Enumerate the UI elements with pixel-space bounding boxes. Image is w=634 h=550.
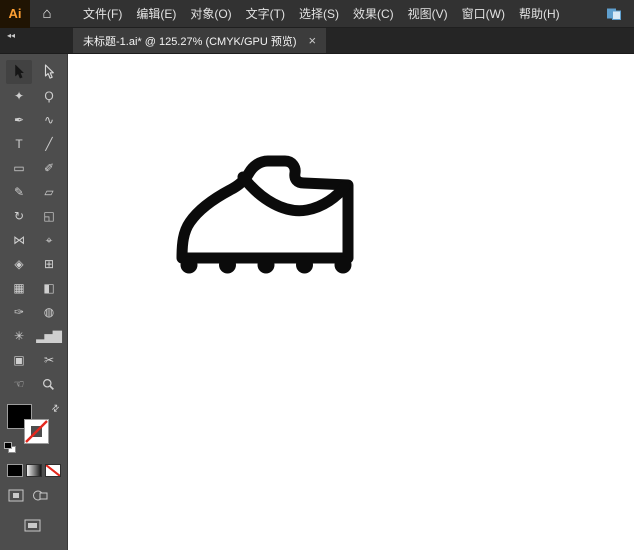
- screen-mode-glyph: [24, 519, 41, 532]
- menu-bar: Ai ⌂ 文件(F)编辑(E)对象(O)文字(T)选择(S)效果(C)视图(V)…: [0, 0, 634, 28]
- paintbrush-tool-icon: ✐: [44, 161, 53, 175]
- perspective-grid-tool-icon: ⊞: [44, 257, 53, 271]
- change-screen-mode-icon[interactable]: [24, 519, 41, 537]
- perspective-grid-tool[interactable]: ⊞: [36, 252, 62, 276]
- pencil-tool-icon: ✎: [14, 185, 23, 199]
- draw-normal-glyph: [8, 489, 24, 502]
- toolbar-collapse-button[interactable]: ◂◂: [0, 28, 68, 53]
- pen-tool-icon: ✒: [14, 113, 23, 127]
- curvature-tool-icon: ∿: [44, 113, 53, 127]
- blend-tool-icon: ◍: [44, 305, 53, 319]
- rotate-tool-icon: ↻: [14, 209, 23, 223]
- eraser-tool[interactable]: ▱: [36, 180, 62, 204]
- color-button[interactable]: [7, 464, 23, 477]
- arrange-documents-icon[interactable]: [606, 7, 622, 21]
- tools-grid: ✦ Ϙ ✒ ∿ T ╱ ▭ ✐ ✎ ▱ ↻ ◱ ⋈ ⌖ ◈ ⊞ ▦ ◧ ✑ ◍ ✳ ▂▅▇ ▣ ✂ ☜: [0, 54, 67, 396]
- eyedropper-tool-icon: ✑: [14, 305, 23, 319]
- artboard-canvas[interactable]: [68, 54, 634, 550]
- drawing-modes-row: [0, 477, 67, 507]
- direct-selection-tool[interactable]: [36, 60, 62, 84]
- shape-builder-tool-icon: ◈: [14, 257, 22, 271]
- draw-behind-glyph: [32, 489, 48, 502]
- menu-item-edit[interactable]: 编辑(E): [129, 0, 183, 28]
- pencil-tool[interactable]: ✎: [6, 180, 32, 204]
- tools-panel: ✦ Ϙ ✒ ∿ T ╱ ▭ ✐ ✎ ▱ ↻ ◱ ⋈ ⌖ ◈ ⊞ ▦ ◧ ✑ ◍ ✳ ▂▅▇ ▣ ✂ ☜ ⇄: [0, 54, 68, 550]
- lasso-tool[interactable]: Ϙ: [36, 84, 62, 108]
- scale-tool[interactable]: ◱: [36, 204, 62, 228]
- gradient-button[interactable]: [26, 464, 42, 477]
- document-tab[interactable]: 未标题-1.ai* @ 125.27% (CMYK/GPU 预览) ×: [73, 28, 326, 53]
- soccer-boot-artwork[interactable]: [173, 154, 373, 299]
- paint-mode-row: [0, 456, 67, 477]
- illustrator-app: Ai ⌂ 文件(F)编辑(E)对象(O)文字(T)选择(S)效果(C)视图(V)…: [0, 0, 634, 550]
- shape-builder-tool[interactable]: ◈: [6, 252, 32, 276]
- eyedropper-tool[interactable]: ✑: [6, 300, 32, 324]
- stroke-none-glyph: [24, 419, 49, 444]
- width-tool[interactable]: ⋈: [6, 228, 32, 252]
- free-transform-tool[interactable]: ⌖: [36, 228, 62, 252]
- artboard-tool[interactable]: ▣: [6, 348, 32, 372]
- free-transform-tool-icon: ⌖: [46, 233, 52, 248]
- slice-tool[interactable]: ✂: [36, 348, 62, 372]
- column-graph-tool[interactable]: ▂▅▇: [36, 324, 62, 348]
- zoom-tool[interactable]: [36, 372, 62, 396]
- line-segment-tool-icon: ╱: [45, 137, 51, 151]
- swap-fill-stroke-icon[interactable]: ⇄: [49, 402, 62, 415]
- scale-tool-icon: ◱: [43, 209, 53, 223]
- document-tab-title: 未标题-1.ai* @ 125.27% (CMYK/GPU 预览): [83, 33, 297, 49]
- blend-tool[interactable]: ◍: [36, 300, 62, 324]
- direct-selection-tool-icon: [42, 64, 56, 80]
- selection-tool[interactable]: [6, 60, 32, 84]
- eraser-tool-icon: ▱: [44, 185, 52, 199]
- artboard-tool-icon: ▣: [13, 353, 23, 367]
- default-fill-stroke-icon[interactable]: [4, 441, 17, 459]
- slice-tool-icon: ✂: [44, 353, 53, 367]
- menu-item-file[interactable]: 文件(F): [76, 0, 129, 28]
- lasso-tool-icon: Ϙ: [44, 89, 52, 103]
- tab-close-icon[interactable]: ×: [309, 34, 317, 47]
- mesh-tool[interactable]: ▦: [6, 276, 32, 300]
- width-tool-icon: ⋈: [13, 233, 24, 247]
- home-icon[interactable]: ⌂: [30, 5, 64, 22]
- zoom-tool-icon: [42, 378, 55, 391]
- menu-item-window[interactable]: 窗口(W): [455, 0, 512, 28]
- magic-wand-tool-icon: ✦: [14, 89, 23, 103]
- gradient-tool-icon: ◧: [43, 281, 53, 295]
- draw-behind-icon[interactable]: [32, 489, 48, 507]
- hand-tool[interactable]: ☜: [6, 372, 32, 396]
- menu-item-object[interactable]: 对象(O): [183, 0, 238, 28]
- none-button[interactable]: [45, 464, 61, 477]
- draw-normal-icon[interactable]: [8, 489, 24, 507]
- type-tool-icon: T: [15, 137, 21, 151]
- magic-wand-tool[interactable]: ✦: [6, 84, 32, 108]
- line-segment-tool[interactable]: ╱: [36, 132, 62, 156]
- paintbrush-tool[interactable]: ✐: [36, 156, 62, 180]
- rotate-tool[interactable]: ↻: [6, 204, 32, 228]
- stroke-color-swatch[interactable]: [24, 419, 49, 444]
- arrange-documents-glyph: [606, 7, 622, 21]
- document-tab-bar: ◂◂ 未标题-1.ai* @ 125.27% (CMYK/GPU 预览) ×: [0, 28, 634, 54]
- menu-items: 文件(F)编辑(E)对象(O)文字(T)选择(S)效果(C)视图(V)窗口(W)…: [76, 0, 567, 28]
- default-swatch-glyph: [4, 442, 17, 454]
- pen-tool[interactable]: ✒: [6, 108, 32, 132]
- rectangle-tool[interactable]: ▭: [6, 156, 32, 180]
- symbol-sprayer-tool-icon: ✳: [14, 329, 23, 343]
- fill-stroke-area: ⇄: [0, 404, 67, 456]
- symbol-sprayer-tool[interactable]: ✳: [6, 324, 32, 348]
- menu-item-effect[interactable]: 效果(C): [346, 0, 401, 28]
- hand-tool-icon: ☜: [14, 377, 24, 391]
- gradient-tool[interactable]: ◧: [36, 276, 62, 300]
- selection-tool-icon: [12, 64, 26, 80]
- mesh-tool-icon: ▦: [13, 281, 23, 295]
- curvature-tool[interactable]: ∿: [36, 108, 62, 132]
- type-tool[interactable]: T: [6, 132, 32, 156]
- screen-mode-row: [0, 507, 67, 537]
- column-graph-tool-icon: ▂▅▇: [36, 329, 61, 343]
- menu-item-select[interactable]: 选择(S): [292, 0, 346, 28]
- menu-item-help[interactable]: 帮助(H): [512, 0, 567, 28]
- rectangle-tool-icon: ▭: [13, 161, 23, 175]
- ai-logo-icon[interactable]: Ai: [0, 0, 30, 28]
- menu-item-type[interactable]: 文字(T): [239, 0, 292, 28]
- menu-item-view[interactable]: 视图(V): [401, 0, 455, 28]
